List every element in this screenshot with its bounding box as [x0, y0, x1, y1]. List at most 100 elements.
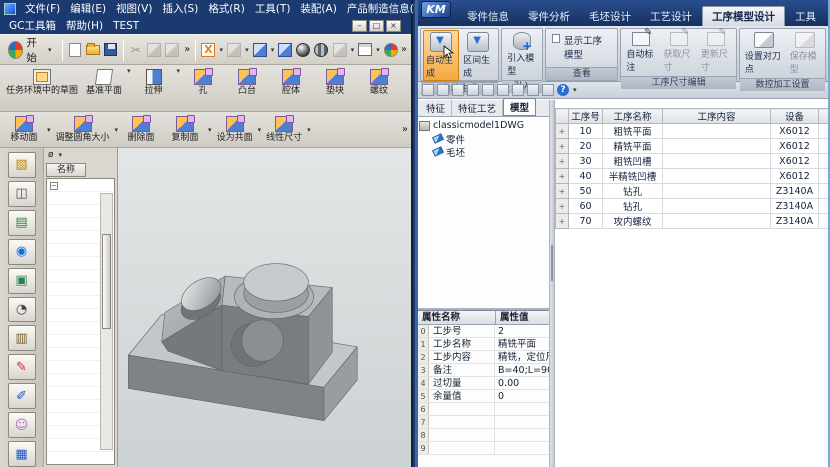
menu-item[interactable]: GC工具箱: [4, 18, 61, 33]
panel-splitter[interactable]: [550, 100, 555, 467]
property-row[interactable]: 5余量值0: [418, 390, 549, 403]
shaded-edges-button[interactable]: [277, 41, 293, 59]
chevron-down-icon[interactable]: ▾: [245, 46, 249, 54]
menu-item[interactable]: 装配(A): [295, 1, 341, 16]
save-model-button[interactable]: 保存模型: [787, 30, 823, 77]
paste-button[interactable]: [164, 41, 180, 59]
process-row[interactable]: +30粗铣凹槽X6012: [556, 154, 829, 169]
extrude-button[interactable]: 拉伸: [132, 67, 176, 98]
close-button[interactable]: ×: [386, 20, 401, 32]
chevron-down-icon[interactable]: ▾: [573, 86, 577, 94]
delete-face-button[interactable]: 删除面: [119, 114, 163, 145]
tree-node-毛坯[interactable]: 毛坯: [419, 145, 548, 158]
process-row[interactable]: +20精铣平面X6012: [556, 139, 829, 154]
chevron-down-icon[interactable]: ▾: [177, 67, 181, 75]
toolbar-overflow-button[interactable]: »: [402, 124, 407, 135]
chevron-down-icon[interactable]: ▾: [307, 126, 311, 134]
column-header-工序内容[interactable]: 工序内容: [663, 109, 771, 124]
set-tool-point-button[interactable]: 设置对刀点: [742, 30, 786, 77]
tab-零件信息[interactable]: 零件信息: [458, 7, 518, 26]
process-row[interactable]: +70攻内螺纹Z3140A: [556, 214, 829, 229]
hole-button[interactable]: 孔: [181, 67, 225, 98]
internet-browser-tab[interactable]: ◉: [8, 239, 36, 265]
menu-item[interactable]: 格式(R): [203, 1, 250, 16]
bottom-partial-tab[interactable]: ▦: [8, 441, 36, 467]
panel-tab-模型[interactable]: 模型: [503, 98, 536, 116]
chevron-down-icon[interactable]: ▾: [115, 126, 119, 134]
menu-item[interactable]: 文件(F): [20, 1, 65, 16]
filter-icon[interactable]: ø: [48, 150, 54, 160]
process-row[interactable]: +10粗铣平面X6012: [556, 124, 829, 139]
property-name-header[interactable]: 属性名称: [418, 311, 496, 324]
notes-tab[interactable]: ▥: [8, 325, 36, 351]
copy-button[interactable]: [146, 41, 162, 59]
chevron-down-icon[interactable]: ▾: [376, 46, 380, 54]
linear-dimension-button[interactable]: 线性尺寸: [262, 114, 306, 145]
minimize-button[interactable]: –: [352, 20, 367, 32]
process-row[interactable]: +50钻孔Z3140A: [556, 184, 829, 199]
process-row[interactable]: +60钻孔Z3140A: [556, 199, 829, 214]
resize-blend-button[interactable]: 调整圆角大小: [52, 114, 114, 145]
property-row[interactable]: 9: [418, 442, 549, 455]
navigator-scrollbar[interactable]: [100, 193, 113, 450]
shaded-view-button[interactable]: [252, 41, 268, 59]
start-button[interactable]: 开始 ▾: [3, 33, 58, 67]
tab-毛坯设计[interactable]: 毛坯设计: [580, 7, 640, 26]
list-icon[interactable]: [512, 84, 524, 96]
column-header-设备[interactable]: 设备: [771, 109, 819, 124]
link-icon[interactable]: [527, 84, 539, 96]
tab-零件分析[interactable]: 零件分析: [519, 7, 579, 26]
menu-item[interactable]: 帮助(H): [61, 18, 108, 33]
tab-工具[interactable]: 工具: [786, 7, 825, 26]
menu-item[interactable]: 插入(S): [157, 1, 203, 16]
import-model-button[interactable]: 引入模型: [504, 30, 540, 79]
layout-icon[interactable]: [542, 84, 554, 96]
property-row[interactable]: 0工步号2: [418, 325, 549, 338]
pad-button[interactable]: 垫块: [313, 67, 357, 98]
row-selector[interactable]: +: [556, 169, 569, 184]
property-value[interactable]: [495, 429, 549, 441]
column-header-工序名称[interactable]: 工序名称: [603, 109, 663, 124]
chevron-down-icon[interactable]: ▾: [208, 126, 212, 134]
panel-tab-特征工艺[interactable]: 特征工艺: [452, 100, 503, 116]
align-icon[interactable]: [482, 84, 494, 96]
row-selector[interactable]: +: [556, 214, 569, 229]
visual-reports-tab[interactable]: ✎: [8, 354, 36, 380]
chevron-down-icon[interactable]: ▾: [271, 46, 275, 54]
toolbar-overflow-button[interactable]: »: [401, 44, 406, 55]
history-tab[interactable]: ◔: [8, 297, 36, 323]
move-face-button[interactable]: 移动面: [2, 114, 46, 145]
window-style-button[interactable]: [357, 41, 373, 59]
row-selector[interactable]: +: [556, 154, 569, 169]
property-value[interactable]: 精铣，定位尺: [495, 351, 549, 363]
3d-model[interactable]: [118, 248, 378, 456]
property-value[interactable]: 精铣平面: [495, 338, 549, 350]
property-row[interactable]: 2工步内容精铣，定位尺: [418, 351, 549, 364]
column-header-工艺装[interactable]: 工艺装: [819, 109, 829, 124]
property-value-header[interactable]: 属性值: [496, 311, 549, 324]
boss-button[interactable]: 凸台: [225, 67, 269, 98]
open-file-button[interactable]: [85, 41, 101, 59]
cut-button[interactable]: ✂: [128, 41, 144, 59]
row-selector[interactable]: +: [556, 124, 569, 139]
menu-item[interactable]: 编辑(E): [65, 1, 111, 16]
close-view-button[interactable]: X: [200, 41, 216, 59]
datum-plane-button[interactable]: 基准平面: [82, 67, 126, 98]
property-row[interactable]: 1工步名称精铣平面: [418, 338, 549, 351]
tab-工序模型设计[interactable]: 工序模型设计: [702, 6, 785, 26]
property-value[interactable]: [495, 442, 549, 454]
chevron-down-icon[interactable]: ▾: [59, 151, 63, 159]
chevron-down-icon[interactable]: ▾: [351, 46, 355, 54]
wireframe-button[interactable]: [332, 41, 348, 59]
property-row[interactable]: 6: [418, 403, 549, 416]
tab-工艺设计[interactable]: 工艺设计: [641, 7, 701, 26]
column-header-工序号[interactable]: 工序号: [569, 109, 603, 124]
tree-expander[interactable]: −: [50, 182, 58, 190]
auto-generate-button[interactable]: 自动生成: [423, 30, 459, 81]
part-navigator-tab[interactable]: ▤: [8, 210, 36, 236]
face-analysis-button[interactable]: [313, 41, 329, 59]
help-icon[interactable]: ?: [557, 84, 569, 96]
assembly-navigator-tab[interactable]: ▧: [8, 152, 36, 178]
property-value[interactable]: [495, 416, 549, 428]
property-row[interactable]: 7: [418, 416, 549, 429]
